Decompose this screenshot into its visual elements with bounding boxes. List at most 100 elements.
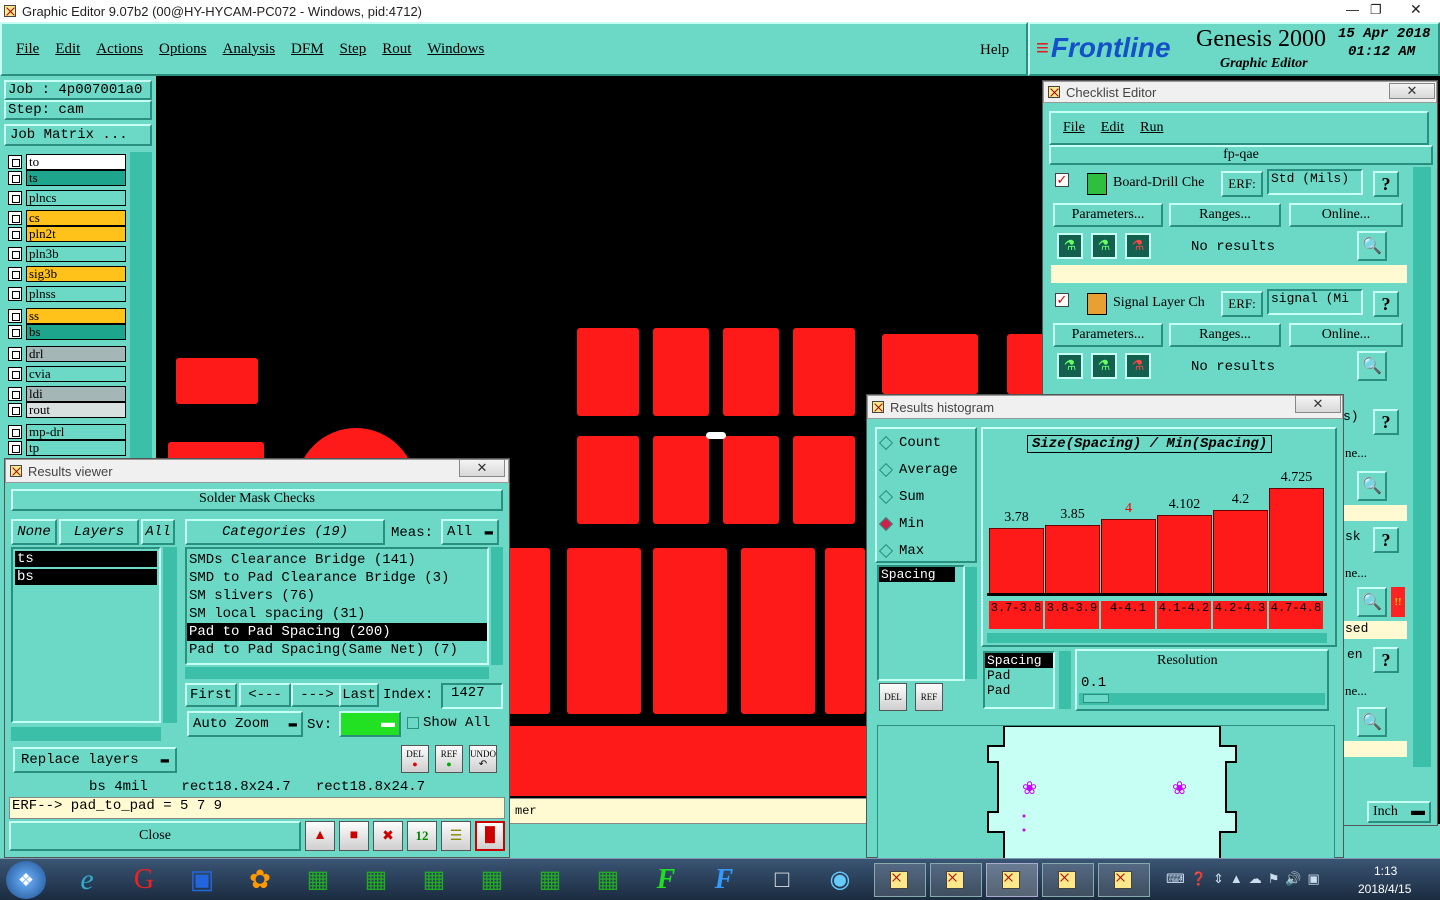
aggregate-option[interactable]: Sum (878, 489, 924, 505)
layer-checkbox[interactable] (8, 155, 22, 169)
zoom-results-icon[interactable]: 🔍 (1357, 707, 1387, 737)
histogram-del-button[interactable]: DEL (879, 683, 907, 711)
run-selected-icon[interactable]: ⚗ (1091, 233, 1117, 259)
taskbar-f-icon[interactable]: F (640, 863, 692, 897)
pad-list-scrollbar[interactable] (1059, 651, 1071, 709)
erf-button-2[interactable]: ERF: (1221, 291, 1263, 317)
categories-button[interactable]: Categories (19) (185, 519, 385, 545)
layer-checkbox[interactable] (8, 325, 22, 339)
layer-checkbox[interactable] (8, 191, 22, 205)
layer-item[interactable]: sig3b (8, 266, 126, 282)
erf-value-1[interactable]: Std (Mils) (1267, 169, 1363, 195)
taskbar-window-icon[interactable] (874, 863, 926, 897)
taskbar-eye-icon[interactable]: ◉ (814, 863, 866, 897)
minimize-button[interactable]: — (1346, 2, 1359, 17)
taskbar-excel-icon[interactable]: ▦ (408, 863, 460, 897)
maximize-button[interactable]: ❐ (1370, 2, 1382, 18)
last-button[interactable]: Last (339, 683, 379, 707)
layer-item[interactable]: pln3b (8, 246, 126, 262)
results-close-button[interactable]: Close (9, 821, 301, 851)
stop-icon[interactable]: ⚗ (1125, 353, 1151, 379)
layer-item[interactable]: ss (8, 308, 126, 324)
report-icon[interactable]: ☰ (441, 821, 471, 851)
zoom-results-icon[interactable]: 🔍 (1357, 471, 1387, 501)
layer-checkbox[interactable] (8, 211, 22, 225)
pad-list-item[interactable]: Spacing (985, 653, 1053, 668)
histogram-scrollbar[interactable] (987, 633, 1327, 643)
pad-list-item[interactable]: Pad (985, 668, 1053, 683)
help-button-3[interactable]: ? (1373, 409, 1399, 435)
prev-button[interactable]: <--- (239, 683, 291, 707)
measure-list-scrollbar[interactable] (965, 567, 977, 679)
taskbar-save-icon[interactable]: ▣ (176, 863, 228, 897)
layer-item[interactable]: bs (8, 324, 126, 340)
aggregate-option[interactable]: Average (878, 462, 958, 478)
taskbar-excel-icon[interactable]: ▦ (582, 863, 634, 897)
category-hscroll[interactable] (185, 667, 489, 679)
layer-name[interactable]: ss (26, 308, 126, 324)
tray-icons[interactable]: ⌨❓⇕▲☁⚑🔊▣ (1166, 871, 1326, 887)
histogram-close-button[interactable]: ✕ (1295, 395, 1341, 413)
ref-off-icon[interactable]: ✖ (373, 821, 403, 851)
parameters-button-1[interactable]: Parameters... (1053, 203, 1163, 227)
layer-checkbox[interactable] (8, 367, 22, 381)
check-enabled-2[interactable]: ✓ (1055, 293, 1069, 307)
layer-item[interactable]: ldi (8, 386, 126, 402)
layer-checkbox[interactable] (8, 347, 22, 361)
layer-checkbox[interactable] (8, 403, 22, 417)
layer-item[interactable]: cvia (8, 366, 126, 382)
layer-item[interactable]: mp-drl (8, 424, 126, 440)
sv-color-dropdown[interactable]: ▬ (339, 711, 401, 737)
layer-item[interactable]: rout (8, 402, 126, 418)
layer-name[interactable]: to (26, 154, 126, 170)
histogram-bar[interactable] (989, 528, 1044, 595)
run-selected-icon[interactable]: ⚗ (1091, 353, 1117, 379)
undo-button[interactable]: UNDO ↶ (469, 745, 497, 773)
results-viewer-close-button[interactable]: ✕ (459, 459, 505, 477)
category-item[interactable]: Pad to Pad Spacing(Same Net) (7) (187, 641, 487, 659)
taskbar-frontline-icon[interactable]: F (698, 863, 750, 897)
menu-actions[interactable]: Actions (96, 41, 143, 58)
menu-rout[interactable]: Rout (382, 41, 411, 58)
help-button-2[interactable]: ? (1373, 291, 1399, 317)
taskbar-app-icon[interactable]: G (118, 863, 170, 897)
erf-button-1[interactable]: ERF: (1221, 171, 1263, 197)
checklist-menu-file[interactable]: File (1063, 120, 1085, 136)
help-button-4[interactable]: ? (1373, 527, 1399, 553)
parameters-button-2[interactable]: Parameters... (1053, 323, 1163, 347)
layer-checkbox[interactable] (8, 227, 22, 241)
layer-item[interactable]: pln2t (8, 226, 126, 242)
layer-item[interactable]: tp (8, 440, 126, 456)
zoom-results-icon[interactable]: 🔍 (1357, 231, 1387, 261)
layer-item[interactable]: ts (8, 170, 126, 186)
layer-select-hscroll[interactable] (11, 727, 161, 741)
help-button-1[interactable]: ? (1373, 171, 1399, 197)
layer-name[interactable]: plnss (26, 286, 126, 302)
category-item[interactable]: SM slivers (76) (187, 587, 487, 605)
layer-select-scrollbar[interactable] (163, 547, 177, 723)
clock-time[interactable]: 1:13 (1374, 864, 1397, 878)
checklist-menu-run[interactable]: Run (1140, 120, 1163, 136)
layer-checkbox[interactable] (8, 309, 22, 323)
auto-zoom-dropdown[interactable]: Auto Zoom ▬ (187, 711, 303, 737)
category-item[interactable]: SMD to Pad Clearance Bridge (3) (187, 569, 487, 587)
taskbar-excel-icon[interactable]: ▦ (466, 863, 518, 897)
category-item[interactable]: SM local spacing (31) (187, 605, 487, 623)
clock-date[interactable]: 2018/4/15 (1358, 882, 1411, 896)
layer-item[interactable]: plnss (8, 286, 126, 302)
show-all-checkbox[interactable] (407, 717, 419, 729)
index-input[interactable]: 1427 (441, 683, 503, 709)
checklist-close-button[interactable]: ✕ (1389, 83, 1435, 99)
layer-checkbox[interactable] (8, 387, 22, 401)
category-item[interactable]: SMDs Clearance Bridge (141) (187, 551, 487, 569)
histogram-ref-button[interactable]: REF (915, 683, 943, 711)
layer-item[interactable]: drl (8, 346, 126, 362)
category-scrollbar[interactable] (491, 547, 503, 665)
layer-name[interactable]: pln3b (26, 246, 126, 262)
aggregate-option[interactable]: Max (878, 543, 924, 559)
all-button[interactable]: All (141, 519, 175, 545)
histogram-bar[interactable] (1213, 510, 1268, 595)
layer-name[interactable]: cs (26, 210, 126, 226)
taskbar-window-icon[interactable] (1098, 863, 1150, 897)
menu-help[interactable]: Help (980, 42, 1009, 59)
